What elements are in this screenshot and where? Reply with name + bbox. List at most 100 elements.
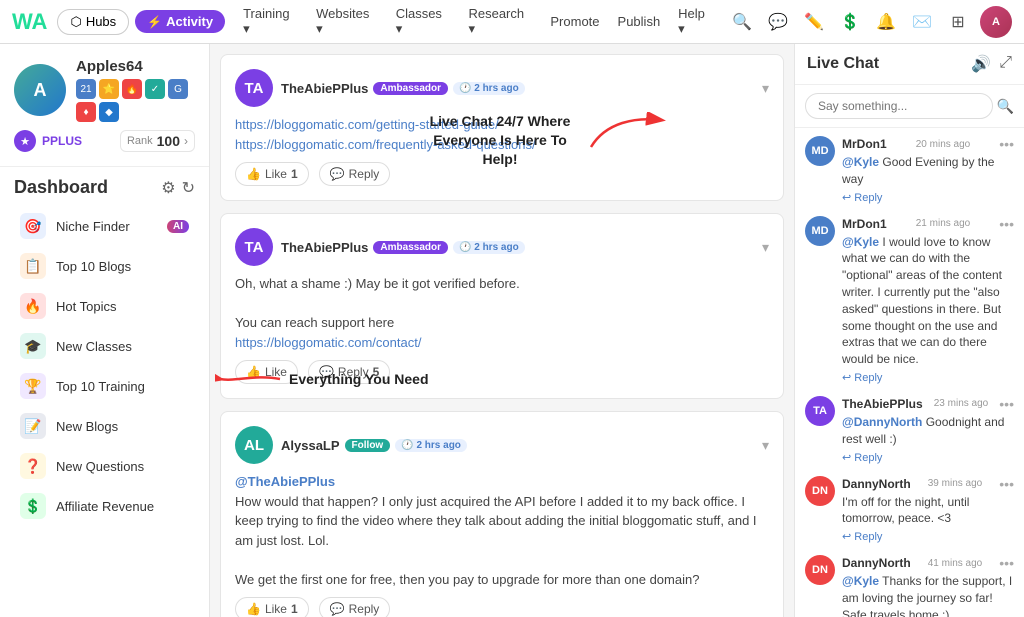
nav-publish[interactable]: Publish (610, 10, 669, 33)
membership-icon: ★ (14, 130, 36, 152)
reply-button[interactable]: 💬 Reply (319, 162, 391, 186)
expand-icon[interactable]: ▾ (762, 239, 769, 256)
mail-icon[interactable]: ✉️ (908, 8, 936, 36)
post-body: @TheAbiePPlus How would that happen? I o… (235, 472, 769, 589)
rank-label: Rank (127, 135, 153, 147)
left-sidebar: A Apples64 21 ⭐ 🔥 ✓ G ♦ ◆ ★ (0, 44, 210, 617)
chat-reply-button[interactable]: ↩ Reply (842, 191, 1014, 204)
refresh-icon[interactable]: ↻ (182, 178, 195, 198)
chat-send-icon[interactable]: 🔍 (997, 98, 1014, 115)
post-body: https://bloggomatic.com/getting-started-… (235, 115, 769, 154)
affiliate-label: Affiliate Revenue (56, 499, 154, 514)
top-training-label: Top 10 Training (56, 379, 145, 394)
rank-box: Rank 100 › (120, 130, 195, 152)
more-options-icon[interactable]: ••• (999, 476, 1014, 492)
nav-research[interactable]: Research ▾ (460, 2, 540, 41)
chat-avatar: DN (805, 476, 835, 506)
chat-mention: @Kyle (842, 574, 879, 588)
main-nav: Training ▾ Websites ▾ Classes ▾ Research… (235, 2, 722, 41)
more-options-icon[interactable]: ••• (999, 555, 1014, 571)
chat-title: Live Chat (807, 55, 879, 73)
like-count: 1 (291, 167, 298, 181)
post-actions: 👍 Like 1 💬 Reply (235, 597, 769, 617)
activity-button[interactable]: ⚡ Activity (135, 10, 225, 33)
post-avatar: TA (235, 69, 273, 107)
more-options-icon[interactable]: ••• (999, 216, 1014, 232)
chat-input[interactable] (805, 93, 993, 119)
follow-badge: Follow (345, 439, 391, 452)
like-icon: 👍 (246, 167, 261, 181)
dashboard: Dashboard ⚙ ↻ 🎯 Niche Finder AI 📋 Top 10… (0, 167, 209, 536)
layers-icon[interactable]: ⊞ (944, 8, 972, 36)
nav-promote[interactable]: Promote (542, 10, 607, 33)
chat-reply-button[interactable]: ↩ Reply (842, 451, 1014, 464)
affiliate-icon: 💲 (20, 493, 46, 519)
chat-text: I'm off for the night, until tomorrow, p… (842, 494, 1014, 528)
chat-message: TA TheAbiePPlus 23 mins ago ••• @DannyNo… (805, 396, 1014, 464)
search-icon[interactable]: 🔍 (728, 8, 756, 36)
like-button[interactable]: 👍 Like (235, 360, 298, 384)
username: Apples64 (76, 58, 195, 75)
user-avatar[interactable]: A (980, 6, 1012, 38)
more-options-icon[interactable]: ••• (999, 136, 1014, 152)
feed: TA TheAbiePPlus Ambassador 🕐 2 hrs ago ▾… (210, 44, 794, 617)
membership: ★ PPLUS (14, 130, 82, 152)
sidebar-item-niche-finder[interactable]: 🎯 Niche Finder AI (14, 206, 195, 246)
edit-icon[interactable]: ✏️ (800, 8, 828, 36)
nav-classes[interactable]: Classes ▾ (388, 2, 459, 41)
reply-button[interactable]: 💬 Reply 5 (308, 360, 390, 384)
chat-content: DannyNorth 39 mins ago ••• I'm off for t… (842, 476, 1014, 544)
dollar-icon[interactable]: 💲 (836, 8, 864, 36)
more-options-icon[interactable]: ••• (999, 396, 1014, 412)
nav-training[interactable]: Training ▾ (235, 2, 306, 41)
badge-check: ✓ (145, 79, 165, 99)
chat-mention: @DannyNorth (842, 415, 922, 429)
bell-icon[interactable]: 🔔 (872, 8, 900, 36)
badge-fire: 🔥 (122, 79, 142, 99)
hubs-button[interactable]: ⬡ Hubs (57, 9, 129, 35)
post-card: TA TheAbiePPlus Ambassador 🕐 2 hrs ago ▾… (220, 54, 784, 201)
post-link-1[interactable]: https://bloggomatic.com/getting-started-… (235, 117, 499, 132)
sidebar-item-hot-topics[interactable]: 🔥 Hot Topics (14, 286, 195, 326)
reply-count: 5 (373, 365, 380, 379)
sidebar-item-affiliate-revenue[interactable]: 💲 Affiliate Revenue (14, 486, 195, 526)
like-button[interactable]: 👍 Like 1 (235, 597, 309, 617)
main-layout: A Apples64 21 ⭐ 🔥 ✓ G ♦ ◆ ★ (0, 44, 1024, 617)
chat-reply-button[interactable]: ↩ Reply (842, 371, 1014, 384)
post-avatar: TA (235, 228, 273, 266)
sidebar-item-top-10-training[interactable]: 🏆 Top 10 Training (14, 366, 195, 406)
chat-reply-button[interactable]: ↩ Reply (842, 530, 1014, 543)
mention: @TheAbiePPlus (235, 474, 335, 489)
sound-icon[interactable]: 🔊 (971, 54, 991, 74)
expand-icon[interactable]: ▾ (762, 437, 769, 454)
expand-chat-icon[interactable]: ⤢ (999, 54, 1012, 74)
profile-card: A Apples64 21 ⭐ 🔥 ✓ G ♦ ◆ ★ (0, 44, 209, 167)
nav-help[interactable]: Help ▾ (670, 2, 722, 41)
chat-avatar: TA (805, 396, 835, 426)
like-icon: 👍 (246, 602, 261, 616)
reply-button[interactable]: 💬 Reply (319, 597, 391, 617)
sidebar-item-new-blogs[interactable]: 📝 New Blogs (14, 406, 195, 446)
hubs-label: Hubs (86, 14, 116, 29)
post-link-2[interactable]: https://bloggomatic.com/frequently-asked… (235, 137, 536, 152)
expand-icon[interactable]: ▾ (762, 80, 769, 97)
support-link[interactable]: https://bloggomatic.com/contact/ (235, 335, 421, 350)
like-button[interactable]: 👍 Like 1 (235, 162, 309, 186)
top-blogs-icon: 📋 (20, 253, 46, 279)
chat-avatar: MD (805, 216, 835, 246)
live-chat-sidebar: Live Chat 🔊 ⤢ 🔍 MD MrDon1 20 mins ago ••… (794, 44, 1024, 617)
sidebar-item-new-classes[interactable]: 🎓 New Classes (14, 326, 195, 366)
nav-websites[interactable]: Websites ▾ (308, 2, 386, 41)
new-questions-icon: ❓ (20, 453, 46, 479)
settings-icon[interactable]: ⚙ (161, 178, 175, 198)
profile-avatar: A (14, 64, 66, 116)
reply-icon: 💬 (330, 602, 345, 616)
sidebar-item-top-10-blogs[interactable]: 📋 Top 10 Blogs (14, 246, 195, 286)
chat-message: MD MrDon1 21 mins ago ••• @Kyle I would … (805, 216, 1014, 384)
sidebar-item-new-questions[interactable]: ❓ New Questions (14, 446, 195, 486)
chat-icon[interactable]: 💬 (764, 8, 792, 36)
post-actions: 👍 Like 1 💬 Reply (235, 162, 769, 186)
niche-finder-label: Niche Finder (56, 219, 130, 234)
post-card: TA TheAbiePPlus Ambassador 🕐 2 hrs ago ▾… (220, 213, 784, 399)
nav-icons: 🔍 💬 ✏️ 💲 🔔 ✉️ ⊞ A (728, 6, 1012, 38)
